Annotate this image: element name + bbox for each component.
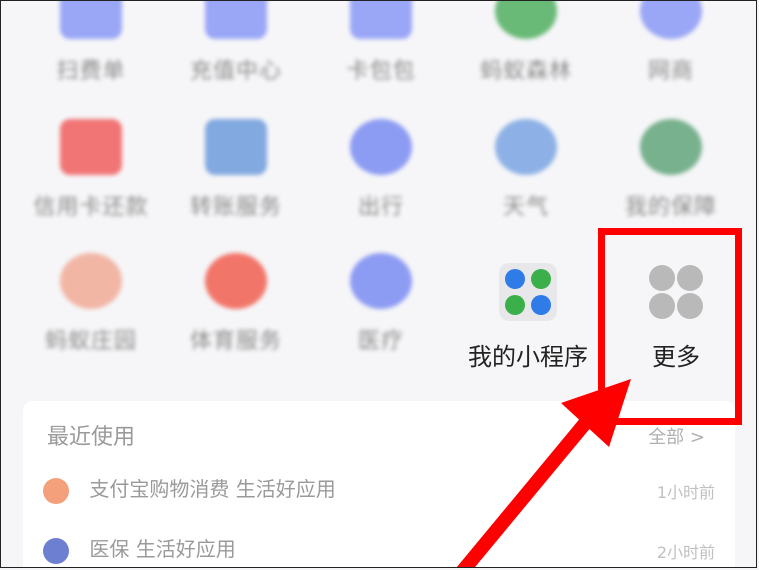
screen-frame: 扫费单 充值中心 卡包包 蚂蚁森林 网商 信用卡还款 转账服务 出行 天气 我的保障 蚂蚁庄园 体育服… (0, 0, 757, 568)
pointer-arrow (456, 379, 631, 567)
